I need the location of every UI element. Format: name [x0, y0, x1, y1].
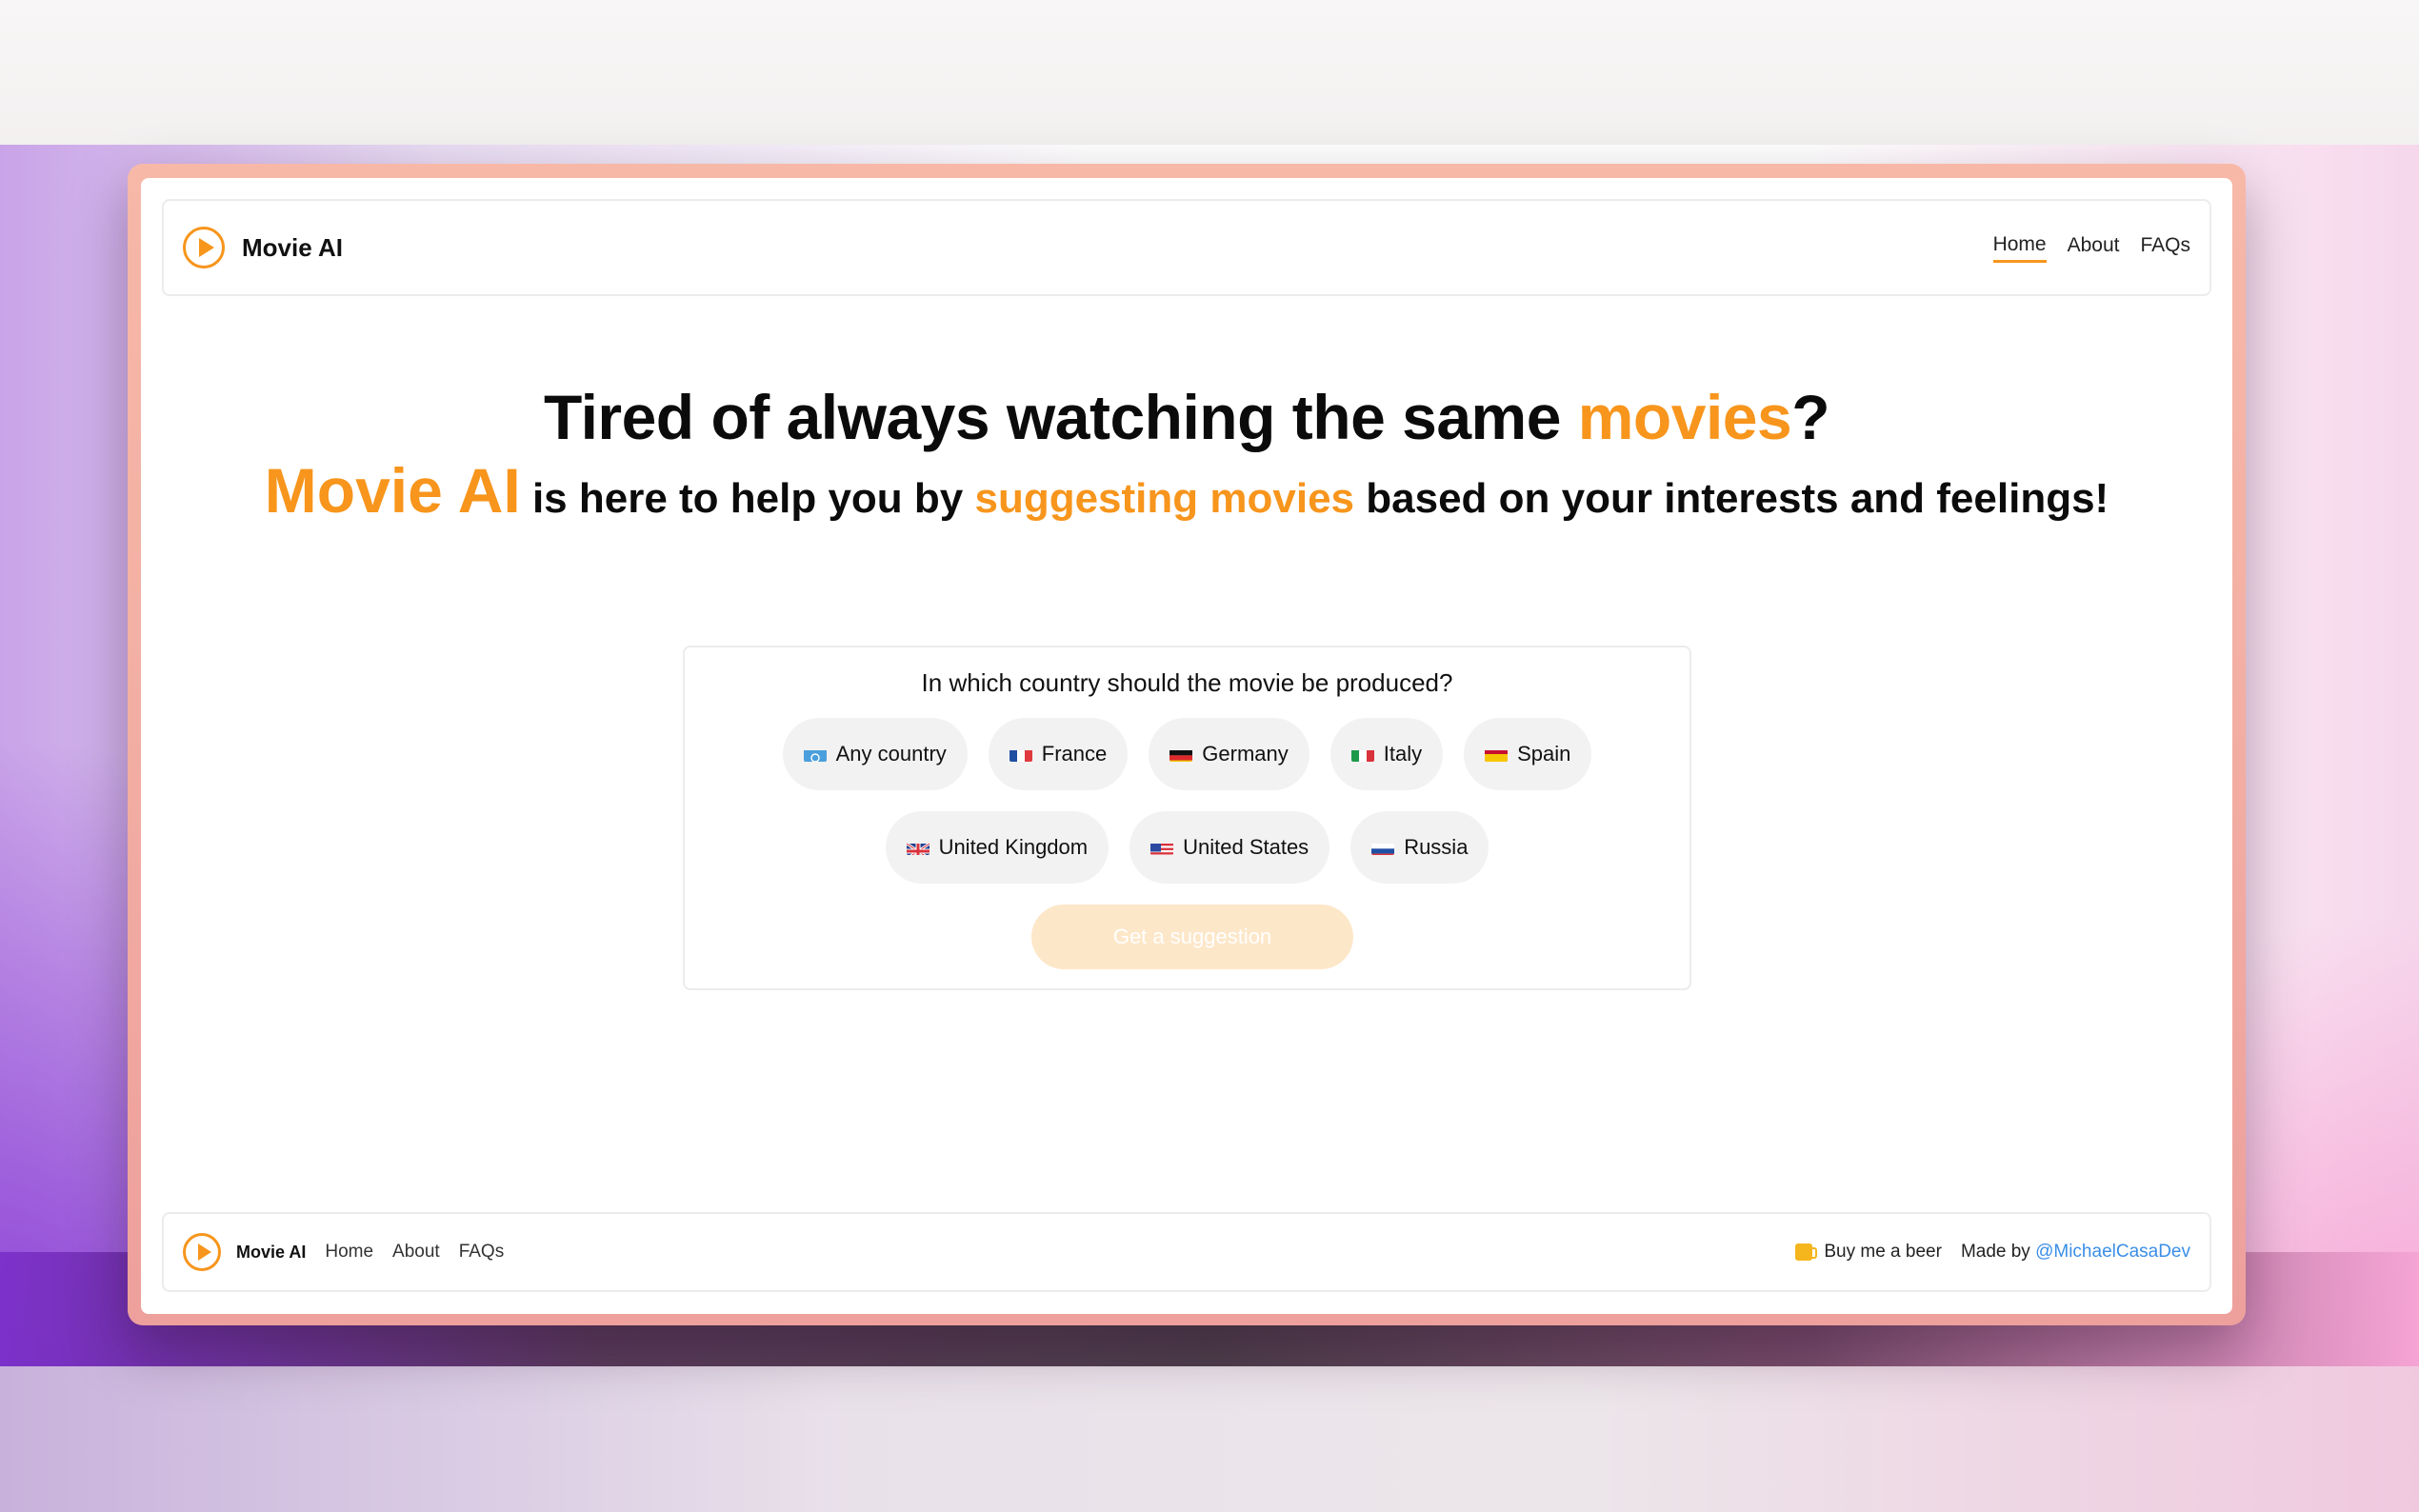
hero-title-highlight: movies: [1577, 382, 1792, 452]
country-row-2: United Kingdom United States Russia: [685, 811, 1689, 884]
country-chip-label: Any country: [835, 742, 947, 766]
country-chip-label: Spain: [1517, 742, 1571, 766]
nav-about[interactable]: About: [2068, 234, 2120, 261]
get-suggestion-button[interactable]: Get a suggestion: [1031, 905, 1353, 969]
uk-flag-icon: [906, 840, 930, 855]
country-chip-us[interactable]: United States: [1130, 811, 1330, 884]
footer-link-faqs[interactable]: FAQs: [459, 1242, 505, 1263]
hero-title: Tired of always watching the same movies…: [141, 378, 2232, 456]
top-navbar: Movie AI Home About FAQs: [162, 199, 2211, 296]
hero-subtitle: Movie AI is here to help you by suggesti…: [141, 452, 2232, 537]
country-chip-italy[interactable]: Italy: [1329, 718, 1444, 790]
footer-right: Buy me a beer Made by @MichaelCasaDev: [1795, 1242, 2190, 1263]
hero-brand: Movie AI: [264, 455, 521, 526]
nav-faqs[interactable]: FAQs: [2140, 234, 2190, 261]
play-logo-icon: [183, 227, 225, 269]
country-chip-label: Russia: [1404, 835, 1469, 859]
footer-link-about[interactable]: About: [392, 1242, 440, 1263]
france-flag-icon: [1009, 746, 1032, 762]
russia-flag-icon: [1371, 840, 1395, 855]
country-chip-any[interactable]: Any country: [782, 718, 968, 790]
italy-flag-icon: [1350, 746, 1374, 762]
made-by-label: Made by: [1960, 1242, 2036, 1262]
country-chip-label: United States: [1183, 835, 1309, 859]
hero-title-part-2: ?: [1791, 382, 1830, 452]
background-bottom: [0, 1366, 2419, 1512]
country-selector-card: In which country should the movie be pro…: [683, 646, 1691, 990]
country-row-1: Any country France Germany Italy Spain: [685, 718, 1689, 790]
country-chip-spain[interactable]: Spain: [1464, 718, 1592, 790]
country-chip-uk[interactable]: United Kingdom: [885, 811, 1110, 884]
author-link[interactable]: @MichaelCasaDev: [2035, 1242, 2190, 1262]
country-chip-germany[interactable]: Germany: [1149, 718, 1309, 790]
footer-link-home[interactable]: Home: [325, 1242, 373, 1263]
made-by: Made by @MichaelCasaDev: [1961, 1242, 2190, 1263]
country-chip-label: Italy: [1383, 742, 1423, 766]
hero-title-part-1: Tired of always watching the same: [543, 382, 1578, 452]
background-top: [0, 0, 2419, 145]
footer-left: Movie AI Home About FAQs: [183, 1233, 504, 1271]
spain-flag-icon: [1485, 746, 1509, 762]
nav-home[interactable]: Home: [1992, 233, 2047, 263]
us-flag-icon: [1150, 840, 1174, 855]
hero: Tired of always watching the same movies…: [141, 378, 2232, 537]
hero-subtitle-highlight: suggesting movies: [974, 475, 1355, 522]
germany-flag-icon: [1170, 746, 1193, 762]
brand-name: Movie AI: [242, 232, 343, 262]
play-logo-icon: [183, 1233, 221, 1271]
main-nav: Home About FAQs: [1992, 233, 2190, 263]
country-chip-russia[interactable]: Russia: [1350, 811, 1489, 884]
country-question: In which country should the movie be pro…: [921, 668, 1453, 697]
browser-window: Movie AI Home About FAQs Tired of always…: [141, 178, 2232, 1314]
country-chip-label: France: [1041, 742, 1108, 766]
country-chip-label: Germany: [1202, 742, 1289, 766]
hero-subtitle-part-2: based on your interests and feelings!: [1354, 475, 2109, 522]
buy-beer-link[interactable]: Buy me a beer: [1795, 1242, 1942, 1263]
country-chip-label: United Kingdom: [938, 835, 1089, 859]
hero-subtitle-part-1: is here to help you by: [520, 475, 975, 522]
country-chip-france[interactable]: France: [988, 718, 1129, 790]
footer: Movie AI Home About FAQs Buy me a beer M…: [162, 1212, 2211, 1292]
footer-brand[interactable]: Movie AI: [236, 1243, 306, 1263]
beer-icon: [1795, 1243, 1818, 1261]
un-flag-icon: [803, 746, 827, 762]
brand-link[interactable]: Movie AI: [183, 227, 343, 269]
buy-beer-label: Buy me a beer: [1824, 1242, 1942, 1262]
